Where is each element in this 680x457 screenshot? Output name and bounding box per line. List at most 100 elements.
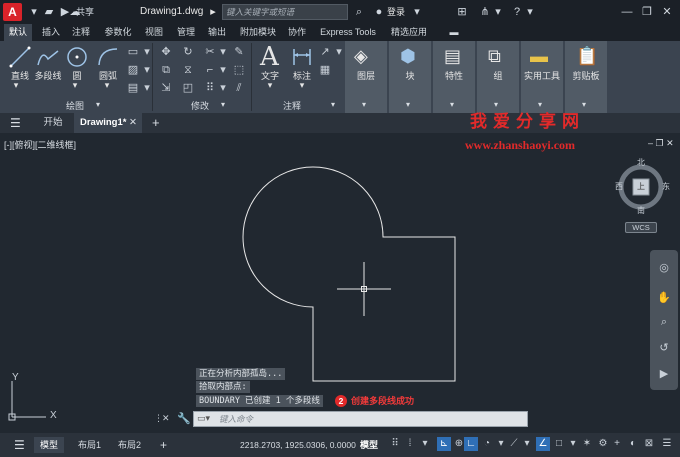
dropdown-icon[interactable]: ▾ — [566, 437, 580, 451]
viewcube-north[interactable]: 北 — [637, 157, 645, 168]
chevron-down-icon[interactable]: ▾ — [450, 100, 454, 109]
isolate-icon[interactable]: ◐ — [626, 437, 640, 451]
layout-tab-model[interactable]: 模型 — [34, 437, 65, 453]
line-icon[interactable] — [8, 45, 32, 69]
search-input[interactable]: 键入关键字或短语 — [222, 4, 348, 20]
dropdown-icon[interactable]: ▾ — [494, 437, 508, 451]
mirror-icon[interactable]: ⧖ — [181, 64, 195, 76]
dropdown-icon[interactable]: ▾ — [9, 80, 23, 91]
trim-icon[interactable]: ✂ — [203, 46, 217, 58]
tab-insert[interactable]: 插入 — [38, 24, 64, 41]
tab-annotate[interactable]: 注释 — [68, 24, 94, 41]
pan-icon[interactable]: ✋ — [657, 292, 671, 304]
circle-icon[interactable] — [65, 45, 89, 69]
tab-featured-apps[interactable]: 精选应用 — [387, 24, 431, 41]
coordinate-readout[interactable]: 2218.2703, 1925.0306, 0.0000 — [240, 437, 356, 453]
tab-express-tools[interactable]: Express Tools — [316, 24, 380, 41]
rotate-icon[interactable]: ↻ — [181, 46, 195, 58]
tab-parametric[interactable]: 参数化 — [100, 24, 136, 41]
table-icon[interactable]: ▦ — [318, 64, 332, 76]
annotation-scale-icon[interactable]: ✶ — [580, 437, 594, 451]
dropdown-icon[interactable]: ▾ — [68, 80, 82, 91]
wcs-menu[interactable]: WCS — [625, 222, 657, 233]
object-snap-tracking-icon[interactable]: ∠ — [536, 437, 550, 451]
dropdown-icon[interactable]: ▾ — [295, 80, 309, 91]
move-icon[interactable]: ✥ — [159, 46, 173, 58]
add-layout-icon[interactable]: + — [154, 437, 173, 453]
scale-icon[interactable]: ◰ — [181, 82, 195, 94]
dropdown-icon[interactable]: ▾ — [263, 80, 277, 91]
tab-start[interactable]: 开始 — [38, 113, 68, 133]
object-snap-icon[interactable]: □ — [552, 437, 566, 451]
copy-icon[interactable]: ⧉ — [159, 64, 173, 76]
ribbon-options-icon[interactable]: ▬ — [446, 24, 462, 41]
isodraft-icon[interactable]: ⟋ — [507, 437, 521, 451]
layout-tab-1[interactable]: 布局1 — [72, 437, 107, 453]
erase-icon[interactable]: ✎ — [232, 46, 246, 58]
app-logo[interactable]: A — [3, 3, 22, 21]
search-icon[interactable]: ⌕ — [352, 5, 366, 19]
snap-icon[interactable]: ⁞ — [403, 437, 417, 451]
tab-manage[interactable]: 管理 — [173, 24, 199, 41]
chevron-down-icon[interactable]: ▾ — [362, 100, 366, 109]
dropdown-icon[interactable]: ▾ — [520, 437, 534, 451]
viewcube-east[interactable]: 东 — [662, 181, 670, 192]
layout-tab-2[interactable]: 布局2 — [112, 437, 147, 453]
text-icon[interactable]: A — [260, 42, 279, 72]
fillet-icon[interactable]: ⌐ — [203, 64, 217, 76]
customize-icon[interactable]: 🔧 — [177, 412, 191, 425]
close-icon[interactable]: ✕ — [660, 5, 674, 19]
zoom-icon[interactable]: ⌕ — [657, 316, 671, 328]
customize-menu-icon[interactable]: ☰ — [660, 437, 674, 451]
share-button[interactable]: 共享 — [76, 5, 94, 19]
hatch-icon[interactable]: ▨ — [126, 64, 140, 76]
units-icon[interactable]: + — [610, 437, 624, 451]
tab-collaborate[interactable]: 协作 — [284, 24, 310, 41]
dropdown-icon[interactable]: ▾ — [216, 64, 230, 76]
infer-constraints-icon[interactable]: ⊾ — [437, 437, 451, 451]
close-tab-icon[interactable]: ✕ — [129, 113, 137, 133]
chevron-down-icon[interactable]: ▾ — [331, 100, 335, 109]
dimension-icon[interactable] — [290, 45, 314, 69]
chevron-down-icon[interactable]: ▾ — [221, 100, 225, 109]
draw-panel-label[interactable]: 绘图 — [55, 100, 95, 112]
close-icon[interactable]: ✕ — [162, 413, 170, 424]
orbit-icon[interactable]: ↺ — [657, 342, 671, 354]
dropdown-icon[interactable]: ▾ — [100, 80, 114, 91]
showmotion-icon[interactable]: ▶ — [657, 368, 671, 380]
gradient-icon[interactable]: ▤ — [126, 82, 140, 94]
model-space-toggle[interactable]: 模型 — [354, 437, 384, 453]
stretch-icon[interactable]: ⇲ — [159, 82, 173, 94]
steering-wheel-icon[interactable]: ◎ — [657, 262, 671, 274]
viewcube-south[interactable]: 南 — [637, 205, 645, 216]
dropdown-icon[interactable]: ▾ — [216, 82, 230, 94]
arc-icon[interactable] — [96, 45, 120, 69]
array-icon[interactable]: ⠿ — [203, 82, 217, 94]
menu-icon[interactable]: ☰ — [10, 113, 21, 133]
help-icon[interactable]: ? — [510, 5, 524, 19]
dropdown-icon[interactable]: ▾ — [216, 46, 230, 58]
chevron-down-icon[interactable]: ▾ — [491, 5, 505, 19]
dropdown-icon[interactable]: ▾ — [418, 437, 432, 451]
tab-addins[interactable]: 附加模块 — [236, 24, 280, 41]
workspace-icon[interactable]: ⚙ — [596, 437, 610, 451]
polyline-tool-label[interactable]: 多段线 — [33, 71, 63, 82]
cart-icon[interactable]: ⊞ — [455, 5, 469, 19]
viewcube-face[interactable]: 上 — [637, 181, 645, 192]
folder-open-icon[interactable]: ▰ — [42, 5, 56, 19]
minimize-icon[interactable]: — — [620, 5, 634, 19]
chevron-down-icon[interactable]: ▾ — [406, 100, 410, 109]
offset-icon[interactable]: ⫽ — [232, 82, 246, 94]
ortho-icon[interactable]: ∟ — [464, 437, 478, 451]
command-input[interactable]: 键入命令 — [219, 413, 519, 425]
multileader-icon[interactable]: ↗ — [318, 46, 332, 58]
chevron-down-icon[interactable]: ▾ — [96, 100, 100, 109]
polyline-icon[interactable] — [36, 45, 60, 69]
dropdown-icon[interactable]: ▾ — [27, 5, 41, 19]
polar-icon[interactable]: ◔ — [480, 437, 494, 451]
new-tab-icon[interactable]: + — [152, 113, 160, 133]
annotation-panel-label[interactable]: 注释 — [272, 100, 312, 112]
chevron-down-icon[interactable]: ▾ — [523, 5, 537, 19]
login-button[interactable]: 登录 — [387, 5, 405, 19]
network-icon[interactable]: ⋔ — [478, 5, 492, 19]
